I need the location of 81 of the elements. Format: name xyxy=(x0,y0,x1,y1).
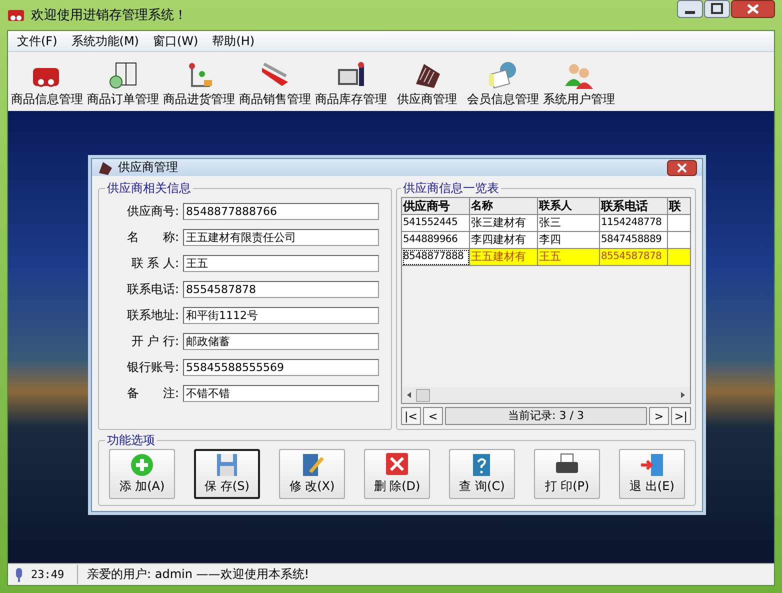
delete-icon xyxy=(384,453,410,477)
status-message: 亲爱的用户: admin ——欢迎使用本系统! xyxy=(87,566,310,583)
input-field[interactable]: 不错不错 xyxy=(183,385,379,402)
column-header[interactable]: 供应商号 xyxy=(402,198,470,215)
close-icon[interactable] xyxy=(731,0,775,18)
input-field[interactable]: 和平街1112号 xyxy=(183,307,379,324)
floppy-icon xyxy=(214,453,240,477)
action-button[interactable]: 查 询(C) xyxy=(449,449,515,499)
action-button[interactable]: 保 存(S) xyxy=(194,449,260,499)
table-cell: 544889966 xyxy=(402,232,470,249)
scroll-right-icon[interactable] xyxy=(679,390,687,400)
input-field[interactable]: 王五建材有限责任公司 xyxy=(183,229,379,246)
action-button[interactable]: 删 除(D) xyxy=(364,449,430,499)
input-field[interactable]: 55845588555569 xyxy=(183,359,379,376)
field-label: 供应商号: xyxy=(126,203,179,220)
app-icon xyxy=(7,7,25,23)
menu-item[interactable]: 系统功能(M) xyxy=(64,32,146,50)
minimize-icon[interactable] xyxy=(677,0,703,18)
action-button[interactable]: 打 印(P) xyxy=(534,449,600,499)
table-cell: 8548877888 xyxy=(402,249,470,266)
table-cell: 5847458889 xyxy=(600,232,668,249)
record-indicator: 当前记录: 3 / 3 xyxy=(445,407,647,425)
action-button[interactable]: 添 加(A) xyxy=(109,449,175,499)
table-cell: 李四建材有 xyxy=(470,232,538,249)
field-label: 名 称: xyxy=(126,229,179,246)
table-cell: 王五 xyxy=(538,249,600,266)
field-label: 联系电话: xyxy=(126,281,179,298)
field-label: 开 户 行: xyxy=(130,333,179,350)
toolbar-button[interactable]: 系统用户管理 xyxy=(542,60,616,108)
table-cell: 张三 xyxy=(538,215,600,232)
dialog-title: 供应商管理 xyxy=(118,159,178,176)
toolbar-button[interactable]: 供应商管理 xyxy=(396,60,458,108)
table-cell: 1154248778 xyxy=(600,215,668,232)
column-header[interactable]: 名称 xyxy=(470,198,538,215)
microphone-icon xyxy=(15,568,23,582)
table-cell: 8554587878 xyxy=(600,249,668,266)
input-field[interactable]: 8548877888766 xyxy=(183,203,379,220)
column-header[interactable]: 联系人 xyxy=(538,198,600,215)
scroll-left-icon[interactable] xyxy=(405,390,413,400)
group-title: 功能选项 xyxy=(106,432,156,449)
menu-item[interactable]: 文件(F) xyxy=(10,32,64,50)
field-label: 联系地址: xyxy=(126,307,179,324)
group-title: 供应商信息一览表 xyxy=(402,180,500,197)
table-cell: 541552445 xyxy=(402,215,470,232)
toolbar-button[interactable]: 会员信息管理 xyxy=(466,60,540,108)
status-time: 23:49 xyxy=(31,568,64,581)
menu-item[interactable]: 窗口(W) xyxy=(146,32,206,50)
first-record-button[interactable]: |< xyxy=(401,407,421,425)
input-field[interactable]: 8554587878 xyxy=(183,281,379,298)
table-row[interactable]: 541552445 张三建材有 张三 1154248778 xyxy=(402,215,690,232)
next-record-button[interactable]: > xyxy=(649,407,669,425)
field-label: 联 系 人: xyxy=(130,255,179,272)
toolbar-button[interactable]: 商品订单管理 xyxy=(86,60,160,108)
horizontal-scrollbar[interactable] xyxy=(402,387,690,403)
toolbar-button[interactable]: 商品销售管理 xyxy=(238,60,312,108)
input-field[interactable]: 邮政储蓄 xyxy=(183,333,379,350)
action-button[interactable]: 退 出(E) xyxy=(619,449,685,499)
toolbar-button[interactable]: 商品信息管理 xyxy=(10,60,84,108)
group-title: 供应商相关信息 xyxy=(106,180,192,197)
column-header[interactable]: 联系电话 xyxy=(600,198,668,215)
last-record-button[interactable]: >| xyxy=(671,407,691,425)
table-cell: 李四 xyxy=(538,232,600,249)
toolbar-button[interactable]: 商品库存管理 xyxy=(314,60,388,108)
table-cell: 王五建材有 xyxy=(470,249,538,266)
menu-item[interactable]: 帮助(H) xyxy=(205,32,262,50)
table-row[interactable]: 544889966 李四建材有 李四 5847458889 xyxy=(402,232,690,249)
scrollbar-thumb[interactable] xyxy=(416,388,430,402)
action-button[interactable]: 修 改(X) xyxy=(279,449,345,499)
previous-record-button[interactable]: < xyxy=(423,407,443,425)
exit-door-icon xyxy=(639,453,665,477)
close-icon[interactable] xyxy=(667,160,697,176)
field-label: 银行账号: xyxy=(126,359,179,376)
field-label: 备 注: xyxy=(126,385,179,402)
table-row[interactable]: 8548877888 王五建材有 王五 8554587878 xyxy=(402,249,690,266)
input-field[interactable]: 王五 xyxy=(183,255,379,272)
table-cell: 张三建材有 xyxy=(470,215,538,232)
maximize-icon[interactable] xyxy=(704,0,730,18)
add-icon xyxy=(129,453,155,477)
column-header[interactable]: 联 xyxy=(668,198,690,215)
window-title: 欢迎使用进销存管理系统！ xyxy=(31,7,187,24)
toolbar-button[interactable]: 商品进货管理 xyxy=(162,60,236,108)
